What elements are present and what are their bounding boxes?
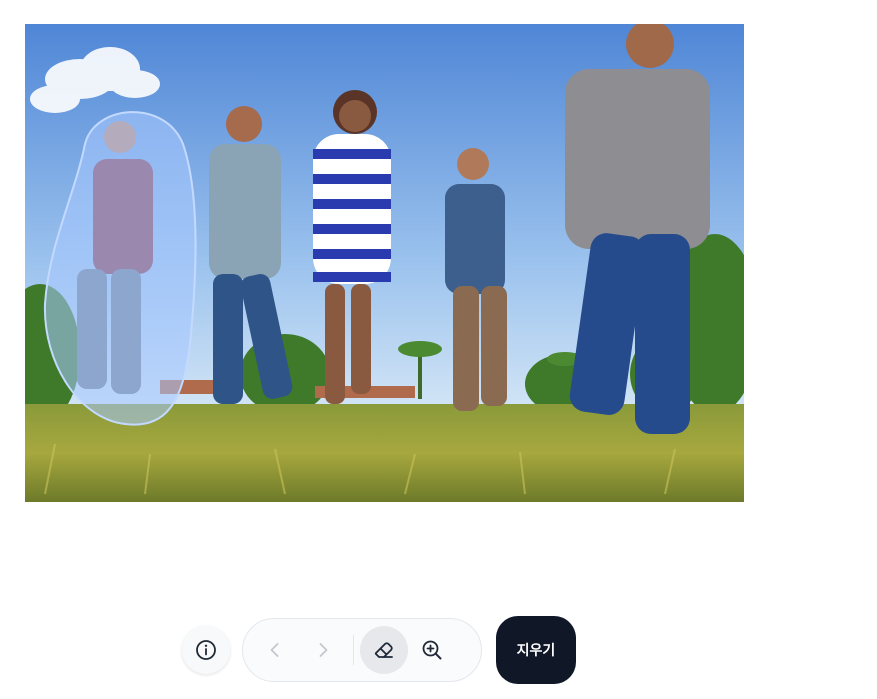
info-button[interactable] bbox=[182, 626, 230, 674]
photo-image bbox=[25, 24, 744, 502]
bottom-toolbar: 지우기 bbox=[182, 616, 576, 684]
photo-canvas[interactable] bbox=[25, 24, 744, 502]
tool-group bbox=[242, 618, 482, 682]
info-circle-icon bbox=[196, 640, 216, 660]
chevron-left-icon bbox=[270, 643, 279, 657]
zoom-in-button[interactable] bbox=[408, 626, 456, 674]
zoom-in-icon bbox=[422, 640, 442, 660]
toolbar-divider bbox=[353, 635, 354, 665]
undo-button[interactable] bbox=[251, 626, 299, 674]
redo-button[interactable] bbox=[299, 626, 347, 674]
chevron-right-icon bbox=[319, 643, 328, 657]
eraser-icon bbox=[374, 642, 393, 658]
editor-stage: 지우기 bbox=[0, 0, 877, 699]
erase-button[interactable]: 지우기 bbox=[496, 616, 576, 684]
eraser-tool-button[interactable] bbox=[360, 626, 408, 674]
